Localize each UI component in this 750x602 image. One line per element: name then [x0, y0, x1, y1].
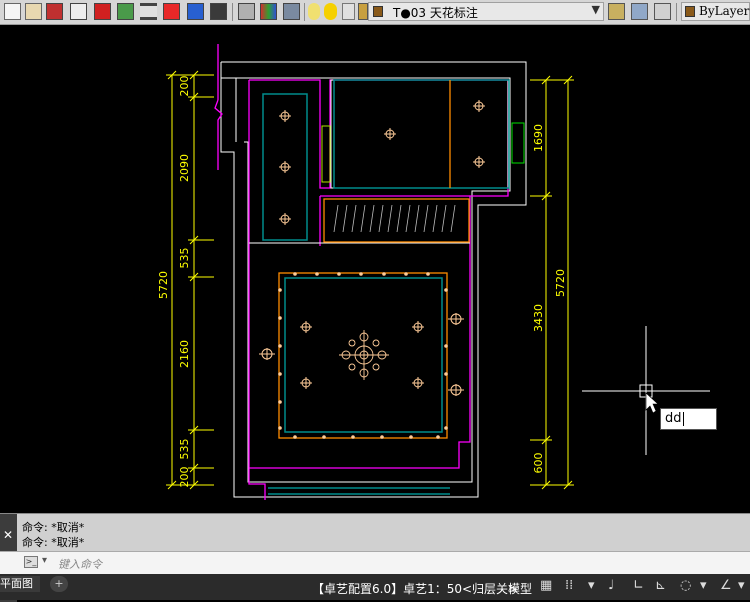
dim-text-left: 535 — [178, 248, 191, 269]
downlight — [279, 100, 485, 389]
model-space-button[interactable]: 模型 — [508, 580, 532, 597]
dim-text-right: 600 — [532, 453, 545, 474]
image-icon[interactable] — [117, 3, 134, 20]
sun-icon[interactable] — [324, 3, 337, 20]
open-icon[interactable] — [25, 3, 42, 20]
dim-text-total-left: 5720 — [157, 271, 170, 299]
chevron-down-icon[interactable]: ▾ — [42, 555, 47, 566]
dim-text-left: 2160 — [178, 340, 191, 368]
dim-text-left: 200 — [178, 76, 191, 97]
dimension-line — [166, 74, 214, 486]
match-icon[interactable] — [187, 3, 204, 20]
layer-name: T●03 天花标注 — [393, 6, 478, 20]
command-input-bar[interactable]: >_ ▾ 键入命令 — [0, 551, 750, 574]
spotlight — [259, 313, 464, 396]
bulb-icon[interactable] — [308, 3, 320, 20]
dynamic-input-value: dd — [665, 411, 682, 426]
dimension-tick — [167, 70, 573, 490]
freeze-icon[interactable] — [342, 3, 355, 20]
vent-block — [511, 122, 525, 164]
command-history-line: 命令: *取消* — [22, 536, 85, 549]
layer-previous-icon[interactable] — [654, 3, 671, 20]
room-frame — [330, 79, 509, 189]
otrack-icon[interactable]: ∠ — [720, 578, 732, 593]
text-caret — [682, 411, 684, 426]
layers-stack-icon[interactable] — [283, 3, 300, 20]
infer-icon[interactable]: ♩ — [608, 578, 614, 593]
crosshair-cursor — [582, 326, 710, 455]
palette-icon[interactable] — [260, 3, 277, 20]
grid-icon[interactable]: ▦ — [540, 578, 552, 593]
tab-plan[interactable]: 平面图 — [0, 576, 40, 592]
plot-icon[interactable] — [70, 3, 87, 20]
polar-icon[interactable]: ⊾ — [655, 578, 666, 593]
command-prompt-icon[interactable]: >_ — [24, 556, 38, 568]
layer-walk-icon[interactable] — [631, 3, 648, 20]
status-info: 【卓艺配置6.0】卓艺1：50<归层关> — [312, 582, 519, 596]
main-toolbar: T●03 天花标注 ▼ ByLayer — [0, 0, 750, 25]
property-icon[interactable] — [163, 3, 180, 20]
dim-text-left: 2090 — [178, 154, 191, 182]
command-input[interactable]: 键入命令 — [58, 556, 102, 572]
drawing-canvas[interactable]: 200 2090 535 2160 535 200 5720 1690 3430… — [0, 25, 750, 513]
hatch-strip — [333, 204, 456, 233]
lisp-icon[interactable] — [238, 3, 255, 20]
color-swatch-icon — [373, 6, 383, 17]
chevron-down-icon[interactable]: ▾ — [588, 578, 595, 593]
chevron-down-icon[interactable]: ▾ — [738, 578, 745, 593]
save-icon[interactable] — [46, 3, 63, 20]
close-icon[interactable]: ✕ — [3, 528, 13, 542]
toolbar-separator — [304, 3, 305, 21]
snap-icon[interactable]: ⁞⁞ — [565, 578, 573, 593]
dim-text-total-right: 5720 — [554, 269, 567, 297]
lock-icon[interactable] — [358, 3, 368, 20]
layer-dropdown[interactable]: T●03 天花标注 ▼ — [368, 2, 604, 21]
new-icon[interactable] — [4, 3, 21, 20]
dim-text-right: 1690 — [532, 124, 545, 152]
chevron-down-icon[interactable]: ▼ — [592, 3, 600, 16]
add-layout-button[interactable]: + — [50, 576, 68, 592]
toolbar-separator — [676, 3, 677, 21]
ortho-icon[interactable]: ∟ — [633, 578, 644, 593]
brush-icon[interactable] — [210, 3, 227, 20]
dynamic-input-box[interactable]: dd — [660, 408, 717, 430]
status-bar: 平面图 + 【卓艺配置6.0】卓艺1：50<归层关> 模型 ▦ ⁞⁞ ▾ ♩ ∟… — [0, 574, 750, 600]
layer-state-icon[interactable] — [608, 3, 625, 20]
chevron-down-icon[interactable]: ▾ — [700, 578, 707, 593]
measure-icon[interactable] — [140, 3, 157, 20]
dim-text-left: 200 — [178, 467, 191, 488]
dim-text-left: 535 — [178, 439, 191, 460]
dim-text-right: 3430 — [532, 304, 545, 332]
cove-light-dots — [278, 272, 448, 439]
command-history: ✕ 🔧︎ 命令: *取消* 命令: *取消* — [0, 513, 750, 602]
color-dropdown[interactable]: ByLayer — [681, 2, 750, 21]
chandelier — [339, 330, 389, 380]
toolbar-separator — [232, 3, 233, 21]
command-history-line: 命令: *取消* — [22, 521, 85, 534]
vent-block — [321, 125, 331, 183]
layer-icon[interactable] — [94, 3, 111, 20]
color-value: ByLayer — [699, 4, 750, 18]
color-swatch-icon — [685, 6, 695, 17]
osnap-icon[interactable]: ◌ — [680, 578, 691, 593]
